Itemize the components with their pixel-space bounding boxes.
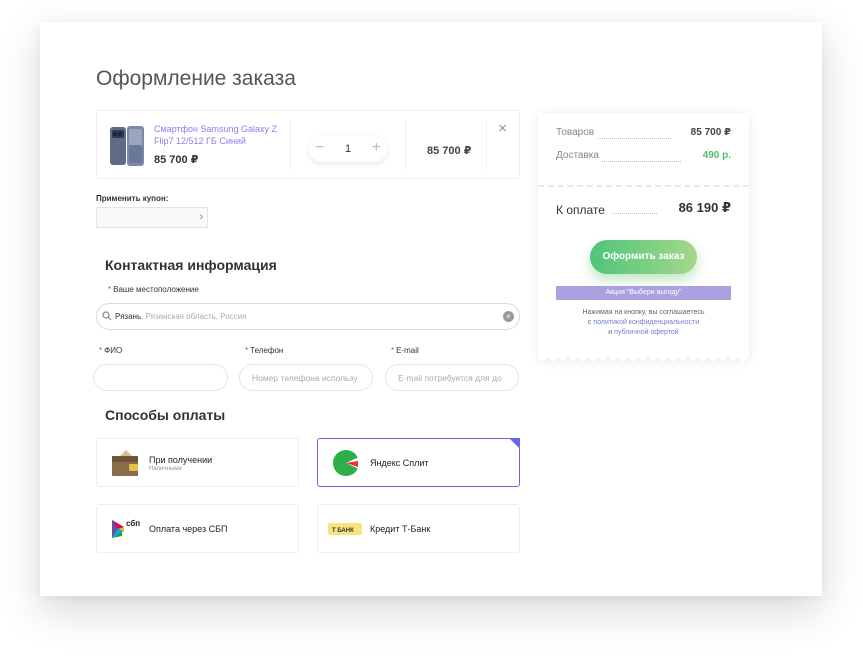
payment-heading: Способы оплаты — [105, 407, 226, 423]
summary-delivery-row: Доставка 490 р. — [556, 150, 731, 162]
public-offer-link[interactable]: публичной офертой — [614, 329, 679, 336]
terms-text: Нажимая на кнопку, вы соглашаетесь с пол… — [582, 309, 705, 336]
promo-banner[interactable]: Акция "Выбери выгоду" — [556, 286, 731, 300]
payment-option-tbank[interactable]: Т БАНК Кредит Т-Банк — [317, 504, 520, 553]
yandex-split-icon — [333, 450, 361, 476]
zigzag-edge — [538, 357, 749, 362]
divider — [290, 121, 291, 169]
chevron-right-icon[interactable]: › — [199, 211, 203, 223]
location-value: Рязань, Рязанская область, Россия — [115, 312, 247, 321]
wallet-icon — [112, 450, 138, 476]
summary-total-row: К оплате 86 190 ₽ — [556, 200, 731, 219]
line-total: 85 700 ₽ — [427, 145, 472, 157]
required-mark: * — [108, 285, 112, 294]
product-image[interactable] — [109, 125, 145, 167]
payment-option-yandex-split[interactable]: Яндекс Сплит — [317, 438, 520, 487]
tbank-icon: Т БАНК — [328, 523, 362, 535]
phone-field[interactable]: Номер телефона использу — [239, 364, 373, 391]
delivery-value: 490 р. — [698, 150, 731, 161]
email-field[interactable]: E-mail потребуется для до — [385, 364, 519, 391]
payment-option-label: Оплата через СБП — [149, 524, 228, 534]
location-input[interactable]: Рязань, Рязанская область, Россия × — [96, 303, 520, 330]
leader-dots — [598, 138, 671, 139]
svg-text:сбп: сбп — [126, 519, 140, 528]
goods-label: Товаров — [556, 127, 599, 138]
remove-item-button[interactable]: × — [498, 120, 507, 137]
goods-value: 85 700 ₽ — [686, 127, 731, 138]
leader-dots — [602, 161, 681, 162]
payment-option-sbp[interactable]: сбп Оплата через СБП — [96, 504, 299, 553]
clear-icon[interactable]: × — [503, 311, 514, 322]
divider — [486, 121, 487, 169]
payment-option-label: При получении — [149, 455, 213, 465]
delivery-label: Доставка — [556, 150, 603, 161]
payment-option-label: Яндекс Сплит — [370, 458, 429, 468]
cart-item: Смартфон Samsung Galaxy Z Flip7 12/512 Г… — [96, 110, 520, 179]
product-name-link[interactable]: Смартфон Samsung Galaxy Z Flip7 12/512 Г… — [154, 123, 289, 147]
svg-text:Т БАНК: Т БАНК — [332, 528, 354, 534]
place-order-button[interactable]: Оформить заказ — [590, 240, 697, 274]
fio-label: * ФИО — [99, 346, 123, 355]
privacy-policy-link[interactable]: политикой конфиденциальности — [593, 319, 699, 326]
email-label: * E-mail — [391, 346, 419, 355]
selected-corner-mark — [509, 438, 520, 449]
coupon-label: Применить купон: — [96, 194, 169, 203]
total-value: 86 190 ₽ — [678, 200, 731, 215]
summary-goods-row: Товаров 85 700 ₽ — [556, 127, 731, 139]
leader-dots — [612, 213, 657, 214]
divider — [538, 185, 749, 187]
search-icon — [102, 311, 112, 321]
payment-option-label: Кредит Т-Банк — [370, 524, 431, 534]
fio-field[interactable] — [93, 364, 228, 391]
product-price: 85 700 ₽ — [154, 154, 199, 166]
location-label: * Ваше местоположение — [108, 285, 199, 294]
quantity-increase-button[interactable]: + — [372, 139, 381, 157]
phone-label: * Телефон — [245, 346, 284, 355]
coupon-input[interactable]: › — [96, 207, 208, 228]
total-label: К оплате — [556, 203, 605, 217]
contact-heading: Контактная информация — [105, 257, 277, 273]
quantity-stepper: − 1 + — [309, 136, 387, 162]
divider — [405, 121, 406, 169]
page-title: Оформление заказа — [96, 67, 296, 90]
payment-option-sublabel: Наличными — [149, 466, 182, 472]
payment-option-cash[interactable]: При получении Наличными — [96, 438, 299, 487]
sbp-icon: сбп — [112, 519, 140, 538]
order-summary: Товаров 85 700 ₽ Доставка 490 р. К оплат… — [538, 113, 749, 362]
